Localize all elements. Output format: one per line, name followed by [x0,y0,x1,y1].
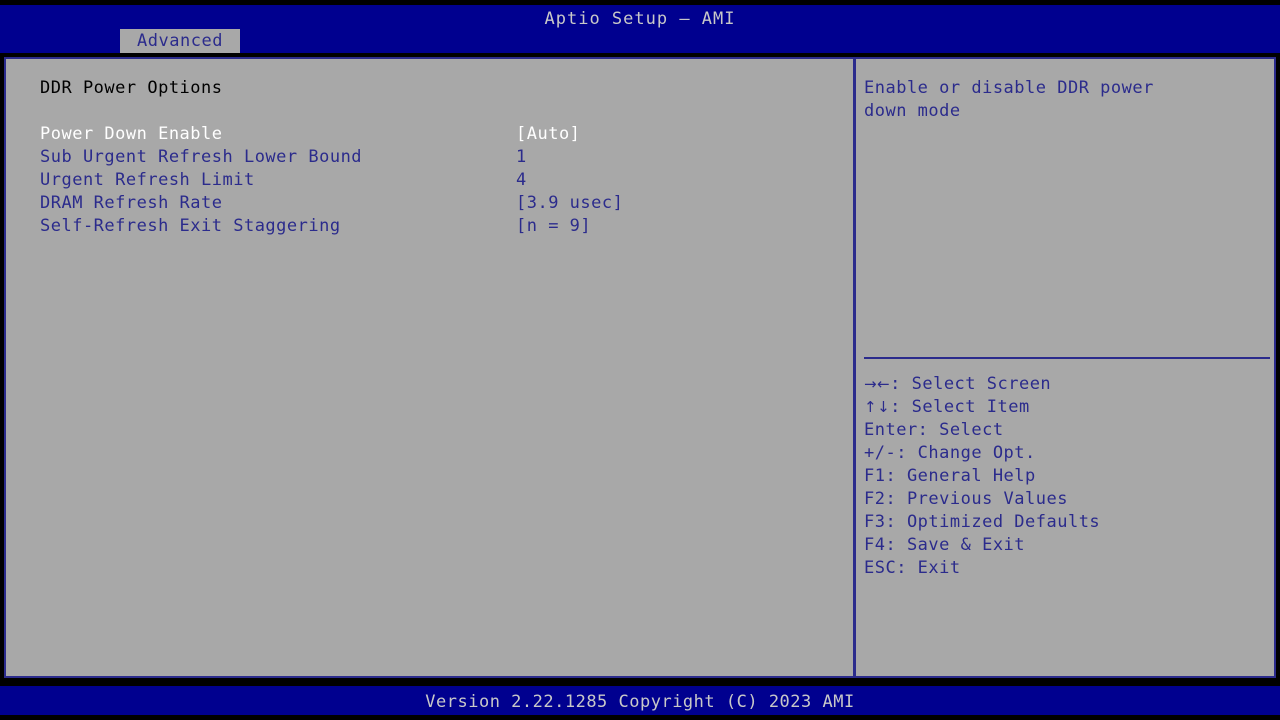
key-legend: →←: Select Screen ↑↓: Select Item Enter: S… [864,373,1270,580]
option-label: Sub Urgent Refresh Lower Bound [40,147,363,167]
key-legend-row: Enter: Select [864,419,1270,442]
key-legend-row: F3: Optimized Defaults [864,511,1270,534]
option-row[interactable]: Power Down Enable [Auto] [6,123,851,146]
help-panel: Enable or disable DDR power down mode →←:… [856,59,1274,676]
option-row[interactable]: Sub Urgent Refresh Lower Bound 1 [6,146,851,169]
help-line: Enable or disable DDR power [864,78,1154,98]
group-title: DDR Power Options [40,78,223,98]
help-text: Enable or disable DDR power down mode [864,77,1264,123]
footer-version: Version 2.22.1285 Copyright (C) 2023 AMI [425,692,855,712]
key-legend-row: F1: General Help [864,465,1270,488]
option-value[interactable]: [Auto] [516,123,580,146]
key-legend-text: ESC: Exit [864,558,961,578]
option-label: Urgent Refresh Limit [40,170,255,190]
key-legend-row: +/-: Change Opt. [864,442,1270,465]
key-legend-row: F2: Previous Values [864,488,1270,511]
key-legend-text: +/-: Change Opt. [864,443,1036,463]
content-frame: DDR Power Options Power Down Enable [Auto… [4,57,1276,678]
key-legend-row: ESC: Exit [864,557,1270,580]
key-legend-text: Enter: Select [864,420,1004,440]
key-legend-row: ↑↓: Select Item [864,396,1270,419]
key-legend-text: F2: Previous Values [864,489,1068,509]
key-legend-text: F4: Save & Exit [864,535,1026,555]
option-row[interactable]: DRAM Refresh Rate [3.9 usec] [6,192,851,215]
page-title: Aptio Setup – AMI [544,9,736,29]
option-row[interactable]: Self-Refresh Exit Staggering [n = 9] [6,215,851,238]
tab-advanced[interactable]: Advanced [120,29,240,53]
key-legend-row: F4: Save & Exit [864,534,1270,557]
option-value[interactable]: [n = 9] [516,215,591,238]
arrow-keys-icon: ↑↓ [864,398,891,416]
key-legend-text: : Select Item [890,397,1030,417]
option-label: Self-Refresh Exit Staggering [40,216,341,236]
key-legend-text: F1: General Help [864,466,1036,486]
key-legend-text: : Select Screen [890,374,1052,394]
settings-panel: DDR Power Options Power Down Enable [Auto… [6,59,851,676]
option-value[interactable]: [3.9 usec] [516,192,623,215]
help-separator [864,357,1270,359]
options-list: Power Down Enable [Auto] Sub Urgent Refres… [6,123,851,238]
option-label: DRAM Refresh Rate [40,193,223,213]
option-row[interactable]: Urgent Refresh Limit 4 [6,169,851,192]
bios-setup-screen: Aptio Setup – AMI Advanced DDR Power Opt… [0,0,1280,720]
help-line: down mode [864,101,961,121]
arrow-keys-icon: →← [864,375,891,393]
option-value[interactable]: 4 [516,169,527,192]
option-label: Power Down Enable [40,124,223,144]
option-value[interactable]: 1 [516,146,527,169]
key-legend-text: F3: Optimized Defaults [864,512,1101,532]
key-legend-row: →←: Select Screen [864,373,1270,396]
